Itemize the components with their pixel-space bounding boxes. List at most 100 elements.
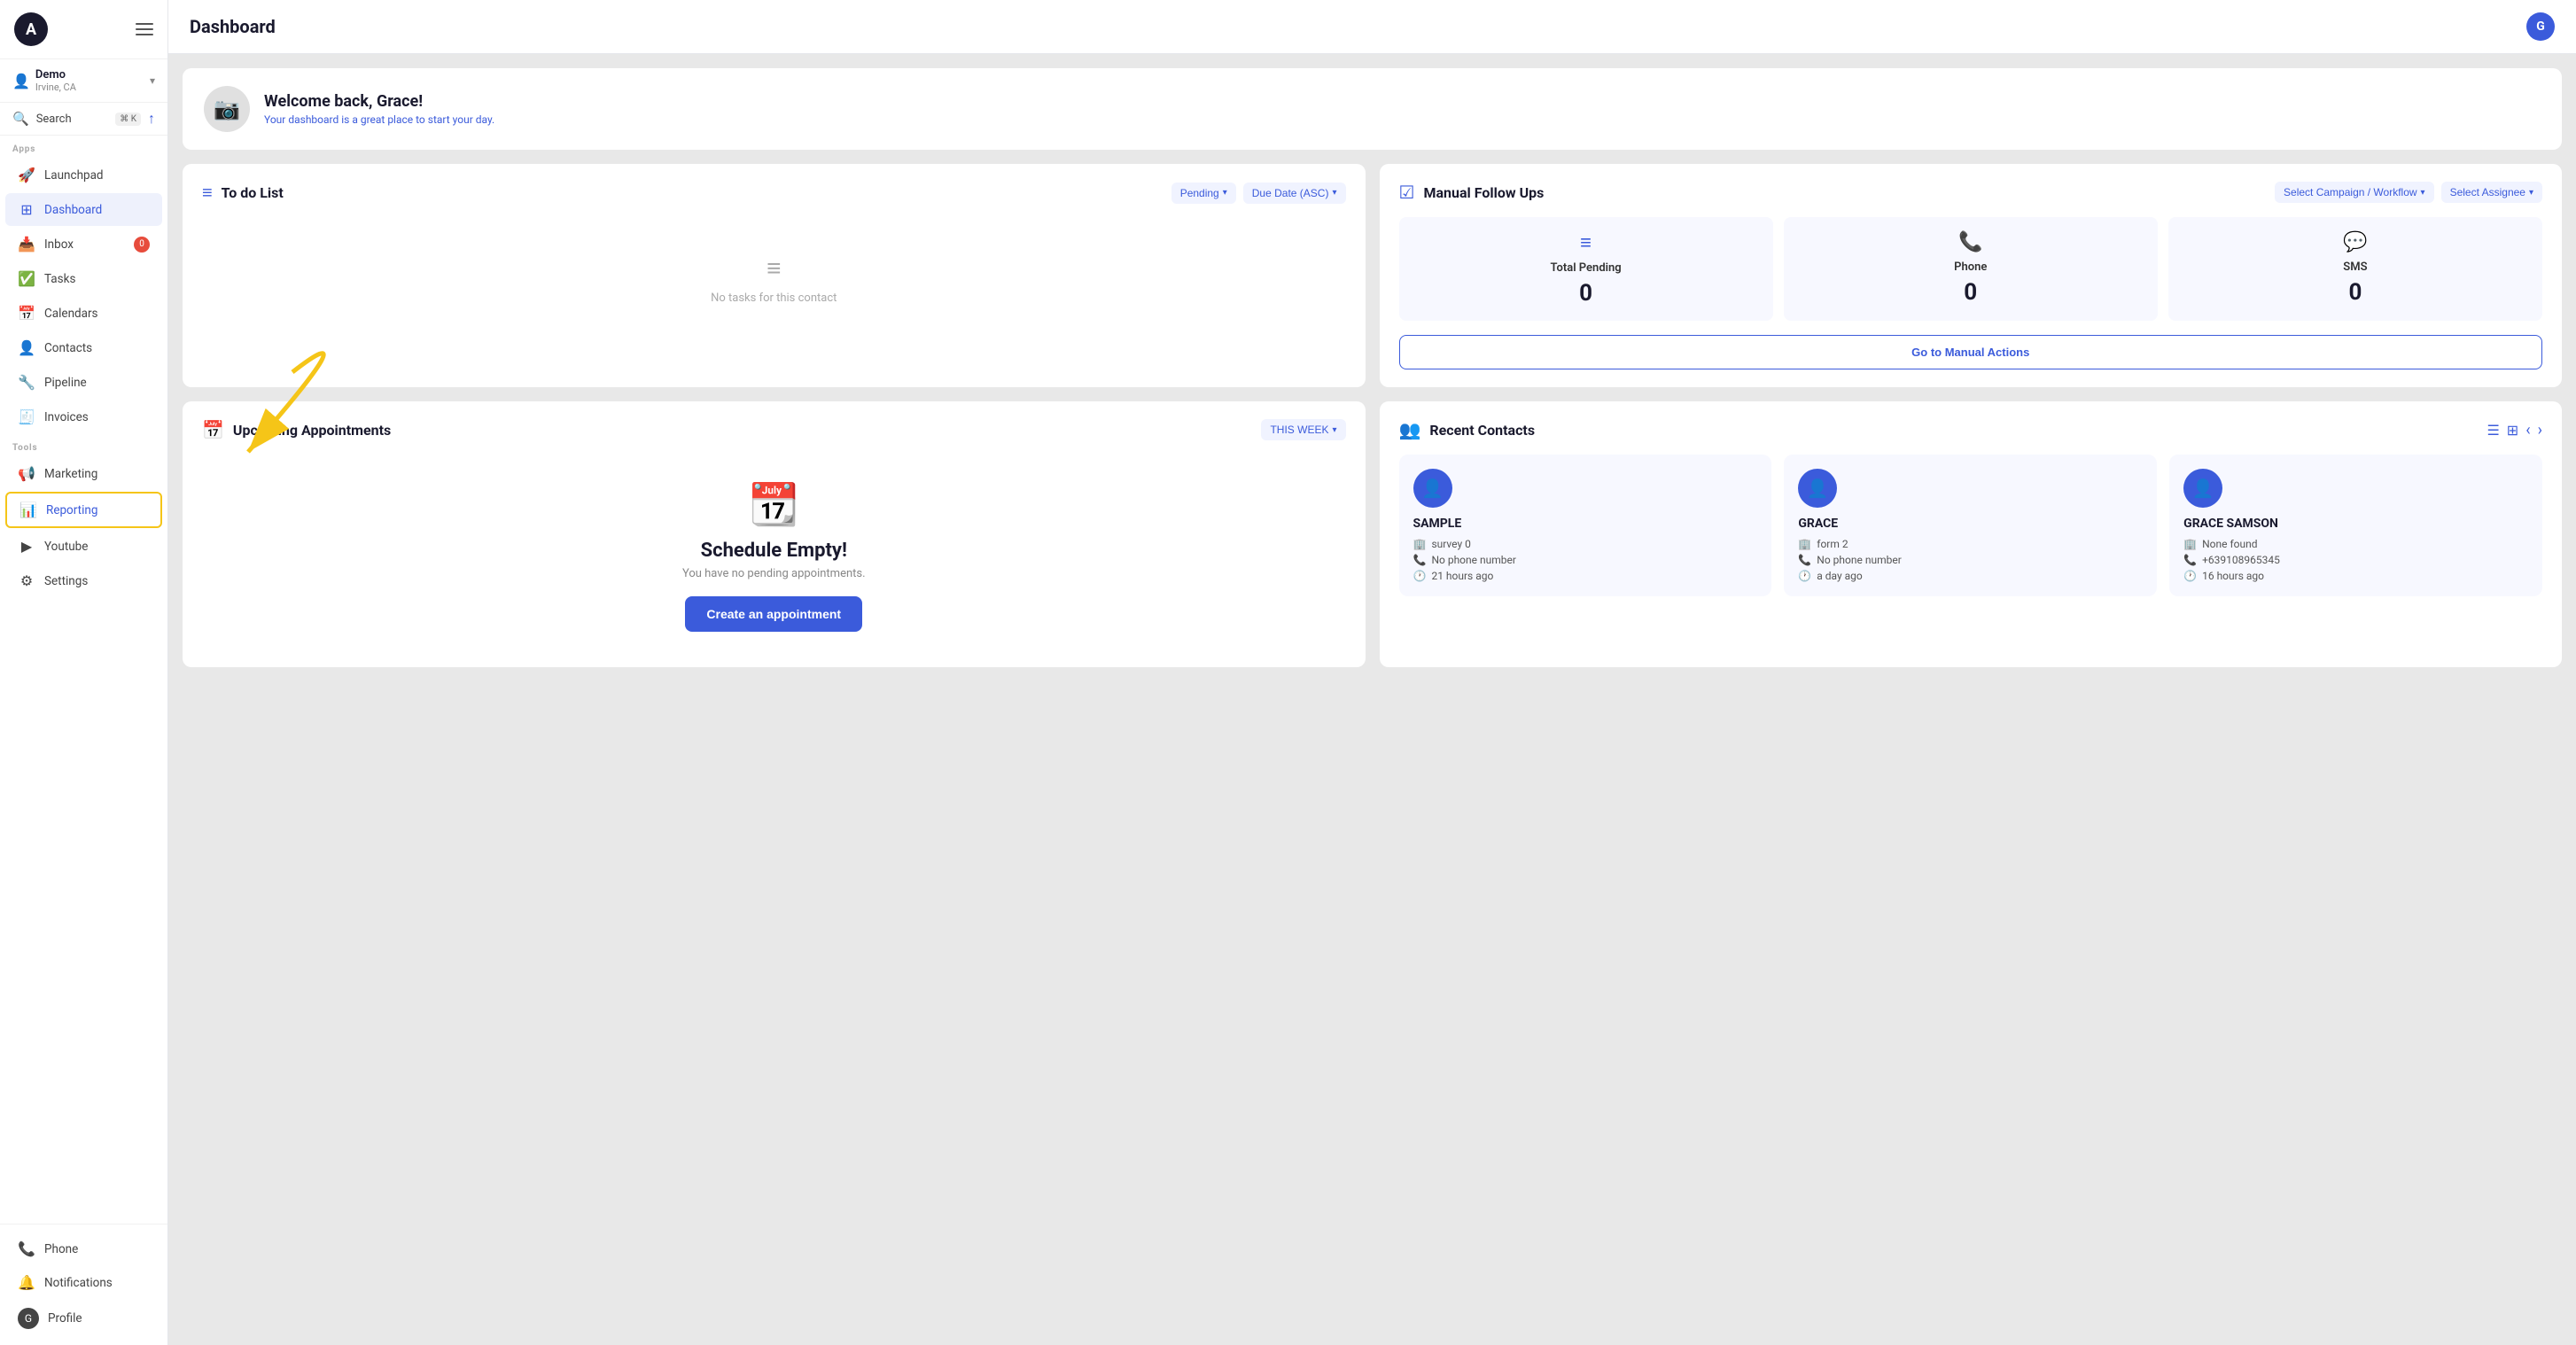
- reporting-icon: 📊: [19, 501, 37, 518]
- search-label: Search: [36, 113, 109, 126]
- contact-card-sample[interactable]: 👤 SAMPLE 🏢 survey 0 📞 No phone number: [1399, 455, 1772, 596]
- contact-time-grace-samson: 16 hours ago: [2202, 570, 2264, 582]
- todo-empty-icon: ≡: [767, 253, 781, 283]
- contact-meta-sample: 🏢 survey 0 📞 No phone number 🕐 21 hours …: [1413, 538, 1516, 582]
- sidebar-item-label: Invoices: [44, 410, 89, 424]
- contact-name-sample: SAMPLE: [1413, 517, 1462, 531]
- recent-contacts-icon: 👥: [1399, 419, 1421, 440]
- contact-name-grace-samson: GRACE SAMSON: [2183, 517, 2278, 531]
- followups-filters: Select Campaign / Workflow ▾ Select Assi…: [2275, 182, 2542, 203]
- contacts-prev-icon[interactable]: ‹: [2525, 421, 2530, 439]
- list-view-icon[interactable]: ☰: [2487, 422, 2499, 439]
- phone-icon-grace-samson: 📞: [2183, 554, 2197, 566]
- bottom-widgets-row: 📅 Upcoming Appointments THIS WEEK ▾ 📆 Sc…: [183, 401, 2562, 667]
- sidebar-item-pipeline[interactable]: 🔧 Pipeline: [5, 366, 162, 399]
- content-area: 📷 Welcome back, Grace! Your dashboard is…: [168, 54, 2576, 1345]
- contact-card-grace-samson[interactable]: 👤 GRACE SAMSON 🏢 None found 📞 +639108965…: [2169, 455, 2542, 596]
- phone-icon-grace: 📞: [1798, 554, 1811, 566]
- sidebar-item-dashboard[interactable]: ⊞ Dashboard: [5, 193, 162, 226]
- sidebar-item-phone[interactable]: 📞 Phone: [5, 1232, 162, 1265]
- grid-view-icon[interactable]: ⊞: [2507, 422, 2518, 439]
- recent-contacts-card: 👥 Recent Contacts ☰ ⊞ ‹ › 👤 SAMPLE: [1380, 401, 2563, 667]
- sidebar-item-label: Tasks: [44, 272, 75, 286]
- create-appointment-button[interactable]: Create an appointment: [685, 596, 862, 632]
- this-week-filter-button[interactable]: THIS WEEK ▾: [1261, 419, 1345, 440]
- total-pending-value: 0: [1413, 280, 1759, 307]
- sidebar-item-label: Inbox: [44, 237, 74, 252]
- sidebar-item-label: Launchpad: [44, 168, 104, 183]
- contact-avatar-grace-samson: 👤: [2183, 469, 2222, 508]
- source-icon-sample: 🏢: [1413, 538, 1427, 550]
- sidebar-item-label: Contacts: [44, 341, 92, 355]
- sidebar-item-label: Profile: [48, 1311, 82, 1326]
- apps-section-label: Apps: [0, 136, 167, 158]
- sidebar-item-tasks[interactable]: ✅ Tasks: [5, 262, 162, 295]
- recent-contacts-title: Recent Contacts: [1429, 422, 1535, 439]
- time-icon-grace: 🕐: [1798, 570, 1811, 582]
- sidebar-item-label: Settings: [44, 574, 88, 588]
- tools-section-label: Tools: [0, 434, 167, 456]
- sidebar-item-reporting[interactable]: 📊 Reporting: [5, 492, 162, 528]
- due-date-filter-button[interactable]: Due Date (ASC) ▾: [1243, 183, 1346, 204]
- source-icon-grace: 🏢: [1798, 538, 1811, 550]
- contact-phone-grace: No phone number: [1817, 554, 1901, 566]
- search-forward-icon: ↑: [148, 110, 155, 128]
- sidebar-item-marketing[interactable]: 📢 Marketing: [5, 457, 162, 490]
- contact-card-grace[interactable]: 👤 GRACE 🏢 form 2 📞 No phone number: [1784, 455, 2157, 596]
- sidebar-item-label: Pipeline: [44, 376, 87, 390]
- todo-header: ≡ To do List Pending ▾ Due Date (ASC) ▾: [202, 182, 1346, 204]
- welcome-camera-icon: 📷: [204, 86, 250, 132]
- search-trigger[interactable]: 🔍 Search ⌘ K ↑: [0, 103, 167, 136]
- todo-icon: ≡: [202, 182, 213, 204]
- sidebar-item-profile[interactable]: G Profile: [5, 1300, 162, 1337]
- contact-avatar-grace: 👤: [1798, 469, 1837, 508]
- followup-stats: ≡ Total Pending 0 📞 Phone 0 💬 SMS 0: [1399, 217, 2543, 321]
- recent-contacts-header: 👥 Recent Contacts ☰ ⊞ ‹ ›: [1399, 419, 2543, 440]
- time-icon-grace-samson: 🕐: [2183, 570, 2197, 582]
- search-shortcut: ⌘ K: [115, 113, 141, 126]
- hamburger-menu[interactable]: [136, 23, 153, 35]
- campaign-filter-button[interactable]: Select Campaign / Workflow ▾: [2275, 182, 2434, 203]
- todo-empty-text: No tasks for this contact: [711, 292, 837, 305]
- sidebar-item-inbox[interactable]: 📥 Inbox 0: [5, 228, 162, 260]
- welcome-greeting: Welcome back, Grace!: [264, 92, 494, 111]
- welcome-banner: 📷 Welcome back, Grace! Your dashboard is…: [183, 68, 2562, 150]
- sidebar-item-notifications[interactable]: 🔔 Notifications: [5, 1266, 162, 1299]
- phone-icon-sample: 📞: [1413, 554, 1427, 566]
- followups-header: ☑ Manual Follow Ups Select Campaign / Wo…: [1399, 182, 2543, 203]
- sidebar-item-settings[interactable]: ⚙ Settings: [5, 564, 162, 597]
- todo-title: To do List: [222, 184, 284, 201]
- pending-chevron-icon: ▾: [1223, 188, 1227, 198]
- user-name: Demo: [35, 68, 76, 82]
- contact-phone-sample: No phone number: [1431, 554, 1515, 566]
- contact-name-grace: GRACE: [1798, 517, 1838, 531]
- user-dropdown-icon: ▾: [150, 74, 155, 87]
- contact-time-sample: 21 hours ago: [1431, 570, 1493, 582]
- appointments-title: Upcoming Appointments: [233, 422, 391, 439]
- sidebar-item-launchpad[interactable]: 🚀 Launchpad: [5, 159, 162, 191]
- contacts-next-icon[interactable]: ›: [2538, 421, 2542, 439]
- sidebar-item-calendars[interactable]: 📅 Calendars: [5, 297, 162, 330]
- appointments-empty-state: 📆 Schedule Empty! You have no pending ap…: [202, 455, 1346, 649]
- launchpad-icon: 🚀: [18, 167, 35, 183]
- sidebar-item-label: Phone: [44, 1242, 78, 1256]
- sidebar-item-label: Dashboard: [44, 203, 102, 217]
- assignee-filter-button[interactable]: Select Assignee ▾: [2441, 182, 2542, 203]
- go-to-manual-actions-button[interactable]: Go to Manual Actions: [1399, 335, 2543, 369]
- sidebar-item-youtube[interactable]: ▶ Youtube: [5, 530, 162, 563]
- pipeline-icon: 🔧: [18, 374, 35, 391]
- sidebar-item-label: Youtube: [44, 540, 88, 554]
- calendars-icon: 📅: [18, 305, 35, 322]
- contact-meta-grace: 🏢 form 2 📞 No phone number 🕐 a day ago: [1798, 538, 1901, 582]
- appointments-filter: THIS WEEK ▾: [1261, 419, 1345, 440]
- todo-filters: Pending ▾ Due Date (ASC) ▾: [1171, 183, 1346, 204]
- dashboard-icon: ⊞: [18, 201, 35, 218]
- sidebar-user[interactable]: 👤 Demo Irvine, CA ▾: [0, 59, 167, 103]
- contacts-header-actions: ☰ ⊞ ‹ ›: [2487, 421, 2542, 439]
- contact-source-grace: form 2: [1817, 538, 1848, 550]
- welcome-subtitle: Your dashboard is a great place to start…: [264, 113, 494, 126]
- sidebar-item-contacts[interactable]: 👤 Contacts: [5, 331, 162, 364]
- sidebar-item-invoices[interactable]: 🧾 Invoices: [5, 400, 162, 433]
- pending-filter-button[interactable]: Pending ▾: [1171, 183, 1236, 204]
- schedule-empty-title: Schedule Empty!: [701, 540, 847, 562]
